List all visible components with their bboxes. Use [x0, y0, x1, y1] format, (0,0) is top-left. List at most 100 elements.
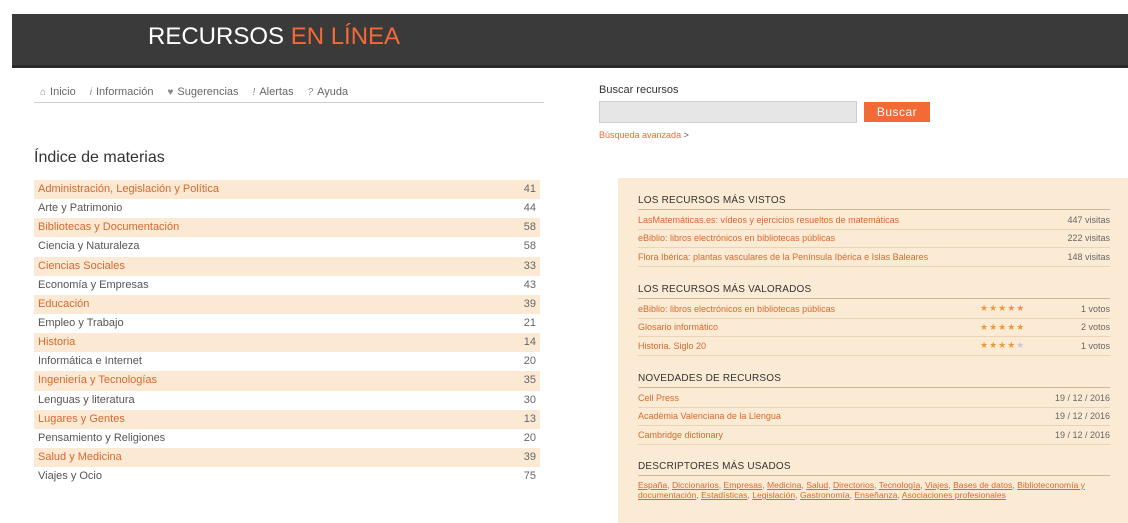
- subject-name: Historia: [38, 336, 76, 349]
- index-row[interactable]: Lenguas y literatura 30: [34, 391, 540, 410]
- nav-item-sugerencias[interactable]: ♥ Sugerencias: [167, 83, 238, 101]
- advanced-search-link[interactable]: Búsqueda avanzada >: [599, 130, 689, 140]
- subject-name: Salud y Medicina: [38, 450, 122, 463]
- date-added: 19 / 12 / 2016: [1054, 392, 1110, 403]
- index-row[interactable]: Viajes y Ocio 75: [34, 467, 540, 486]
- top-rated-row: Glosario informático ★★★★★ 2 votos: [638, 319, 1110, 337]
- index-row[interactable]: Administración, Legislación y Política 41: [34, 180, 540, 200]
- date-added: 19 / 12 / 2016: [1054, 411, 1110, 422]
- nav-item-informacion[interactable]: i Información: [90, 83, 154, 101]
- resource-link[interactable]: Acadèmia Valenciana de la Llengua: [638, 411, 781, 421]
- resource-link[interactable]: Glosario informático: [638, 322, 718, 332]
- subject-count: 44: [523, 202, 536, 215]
- resource-link[interactable]: eBiblio: libros electrónicos en bibliote…: [638, 304, 835, 314]
- index-row[interactable]: Lugares y Gentes 13: [34, 409, 540, 429]
- nav-label: Inicio: [50, 86, 76, 98]
- resource-link[interactable]: Cambridge dictionary: [638, 430, 723, 440]
- nav-label: Ayuda: [317, 86, 349, 98]
- site-logo[interactable]: RECURSOS EN LÍNEA: [148, 23, 400, 51]
- index-row[interactable]: Economía y Empresas 43: [34, 276, 540, 295]
- main-nav: ⌂ Inicio i Información ♥ Sugerencias ! A…: [40, 83, 348, 101]
- info-icon: i: [89, 86, 92, 98]
- date-added: 19 / 12 / 2016: [1054, 429, 1110, 440]
- side-panel: LOS RECURSOS MÁS VISTOS LasMatemáticas.e…: [618, 178, 1128, 523]
- section-title: LOS RECURSOS MÁS VALORADOS: [638, 284, 1110, 299]
- descriptors-section: DESCRIPTORES MÁS USADOS España, Dicciona…: [638, 461, 1110, 500]
- star-rating-icon: ★★★★★: [980, 322, 1040, 333]
- subject-name: Administración, Legislación y Política: [38, 183, 219, 195]
- index-row[interactable]: Historia 14: [34, 333, 540, 353]
- resource-link[interactable]: eBiblio: libros electrónicos en bibliote…: [638, 233, 835, 243]
- star-rating-icon: ★★★★★: [980, 303, 1040, 314]
- most-viewed-section: LOS RECURSOS MÁS VISTOS LasMatemáticas.e…: [638, 195, 1110, 267]
- resource-link[interactable]: LasMatemáticas.es: vídeos y ejercicios r…: [638, 215, 899, 225]
- descriptor-link[interactable]: Directorios: [833, 480, 874, 490]
- nav-item-ayuda[interactable]: ? Ayuda: [308, 83, 349, 101]
- index-row[interactable]: Ciencia y Naturaleza 58: [34, 237, 540, 256]
- index-row[interactable]: Ingeniería y Tecnologías 35: [34, 371, 540, 391]
- advanced-search-label: Búsqueda avanzada: [599, 130, 682, 140]
- search-input[interactable]: [599, 101, 857, 123]
- subject-count: 20: [523, 355, 536, 368]
- descriptor-link[interactable]: España: [638, 480, 667, 490]
- descriptor-link[interactable]: Viajes: [925, 480, 948, 490]
- search-label: Buscar recursos: [599, 84, 679, 96]
- chevron-right-icon: >: [683, 130, 689, 140]
- subject-count: 14: [523, 336, 536, 349]
- index-row[interactable]: Educación 39: [34, 294, 540, 314]
- subject-name: Ingeniería y Tecnologías: [38, 374, 158, 387]
- subject-name: Informática e Internet: [38, 355, 142, 368]
- nav-divider: [34, 102, 544, 103]
- index-row[interactable]: Bibliotecas y Documentación 58: [34, 218, 540, 238]
- subject-name: Lugares y Gentes: [38, 412, 125, 425]
- nav-item-alertas[interactable]: ! Alertas: [253, 83, 294, 101]
- descriptor-link[interactable]: Diccionarios: [672, 480, 719, 490]
- subject-name: Pensamiento y Religiones: [38, 431, 166, 444]
- descriptor-link[interactable]: Estadísticas: [701, 490, 747, 500]
- stars-empty: ★: [1016, 340, 1026, 351]
- subject-name: Educación: [38, 297, 90, 310]
- resource-link[interactable]: Flora Ibérica: plantas vasculares de la …: [638, 252, 928, 262]
- descriptor-link[interactable]: Enseñanza: [854, 490, 897, 500]
- subject-name: Empleo y Trabajo: [38, 316, 124, 329]
- descriptor-link[interactable]: Asociaciones profesionales: [902, 490, 1006, 500]
- new-resource-row: Cambridge dictionary 19 / 12 / 2016: [638, 426, 1110, 445]
- new-resource-row: Cell Press 19 / 12 / 2016: [638, 389, 1110, 408]
- index-row[interactable]: Salud y Medicina 39: [34, 447, 540, 468]
- descriptor-link[interactable]: Bases de datos: [953, 480, 1012, 490]
- index-row[interactable]: Pensamiento y Religiones 20: [34, 429, 540, 448]
- subject-count: 39: [523, 450, 536, 463]
- nav-item-inicio[interactable]: ⌂ Inicio: [40, 83, 76, 101]
- descriptor-link[interactable]: Legislación: [752, 490, 795, 500]
- subject-name: Bibliotecas y Documentación: [38, 221, 180, 234]
- descriptor-link[interactable]: Medicina: [767, 480, 801, 490]
- subject-name: Ciencias Sociales: [38, 259, 125, 272]
- subject-count: 21: [523, 316, 536, 329]
- vote-count: 1 votos: [1080, 340, 1110, 351]
- nav-label: Alertas: [259, 86, 294, 98]
- index-row[interactable]: Informática e Internet 20: [34, 352, 540, 371]
- descriptor-link[interactable]: Empresas: [724, 480, 763, 490]
- descriptor-link[interactable]: Tecnología: [879, 480, 921, 490]
- most-viewed-row: Flora Ibérica: plantas vasculares de la …: [638, 248, 1110, 267]
- visit-count: 148 visitas: [1067, 251, 1110, 262]
- stars-filled: ★★★★★: [980, 303, 1026, 314]
- rating-group: ★★★★★ 1 votos: [980, 340, 1110, 351]
- vote-count: 1 votos: [1080, 303, 1110, 314]
- subject-index-list: Administración, Legislación y Política 41…: [34, 180, 540, 486]
- index-row[interactable]: Arte y Patrimonio 44: [34, 199, 540, 218]
- search-button[interactable]: Buscar: [864, 102, 930, 122]
- help-icon: ?: [307, 86, 314, 98]
- index-row[interactable]: Ciencias Sociales 33: [34, 256, 540, 276]
- subject-name: Arte y Patrimonio: [38, 202, 123, 215]
- index-row[interactable]: Empleo y Trabajo 21: [34, 314, 540, 333]
- star-rating-icon: ★★★★★: [980, 340, 1040, 351]
- resource-link[interactable]: Historia. Siglo 20: [638, 341, 706, 351]
- visit-count: 222 visitas: [1067, 233, 1110, 244]
- subject-count: 58: [523, 240, 536, 253]
- subject-count: 58: [523, 221, 536, 234]
- resource-link[interactable]: Cell Press: [638, 393, 679, 403]
- descriptor-link[interactable]: Salud: [806, 480, 828, 490]
- descriptor-link[interactable]: Gastronomía: [800, 490, 850, 500]
- rating-group: ★★★★★ 1 votos: [980, 303, 1110, 314]
